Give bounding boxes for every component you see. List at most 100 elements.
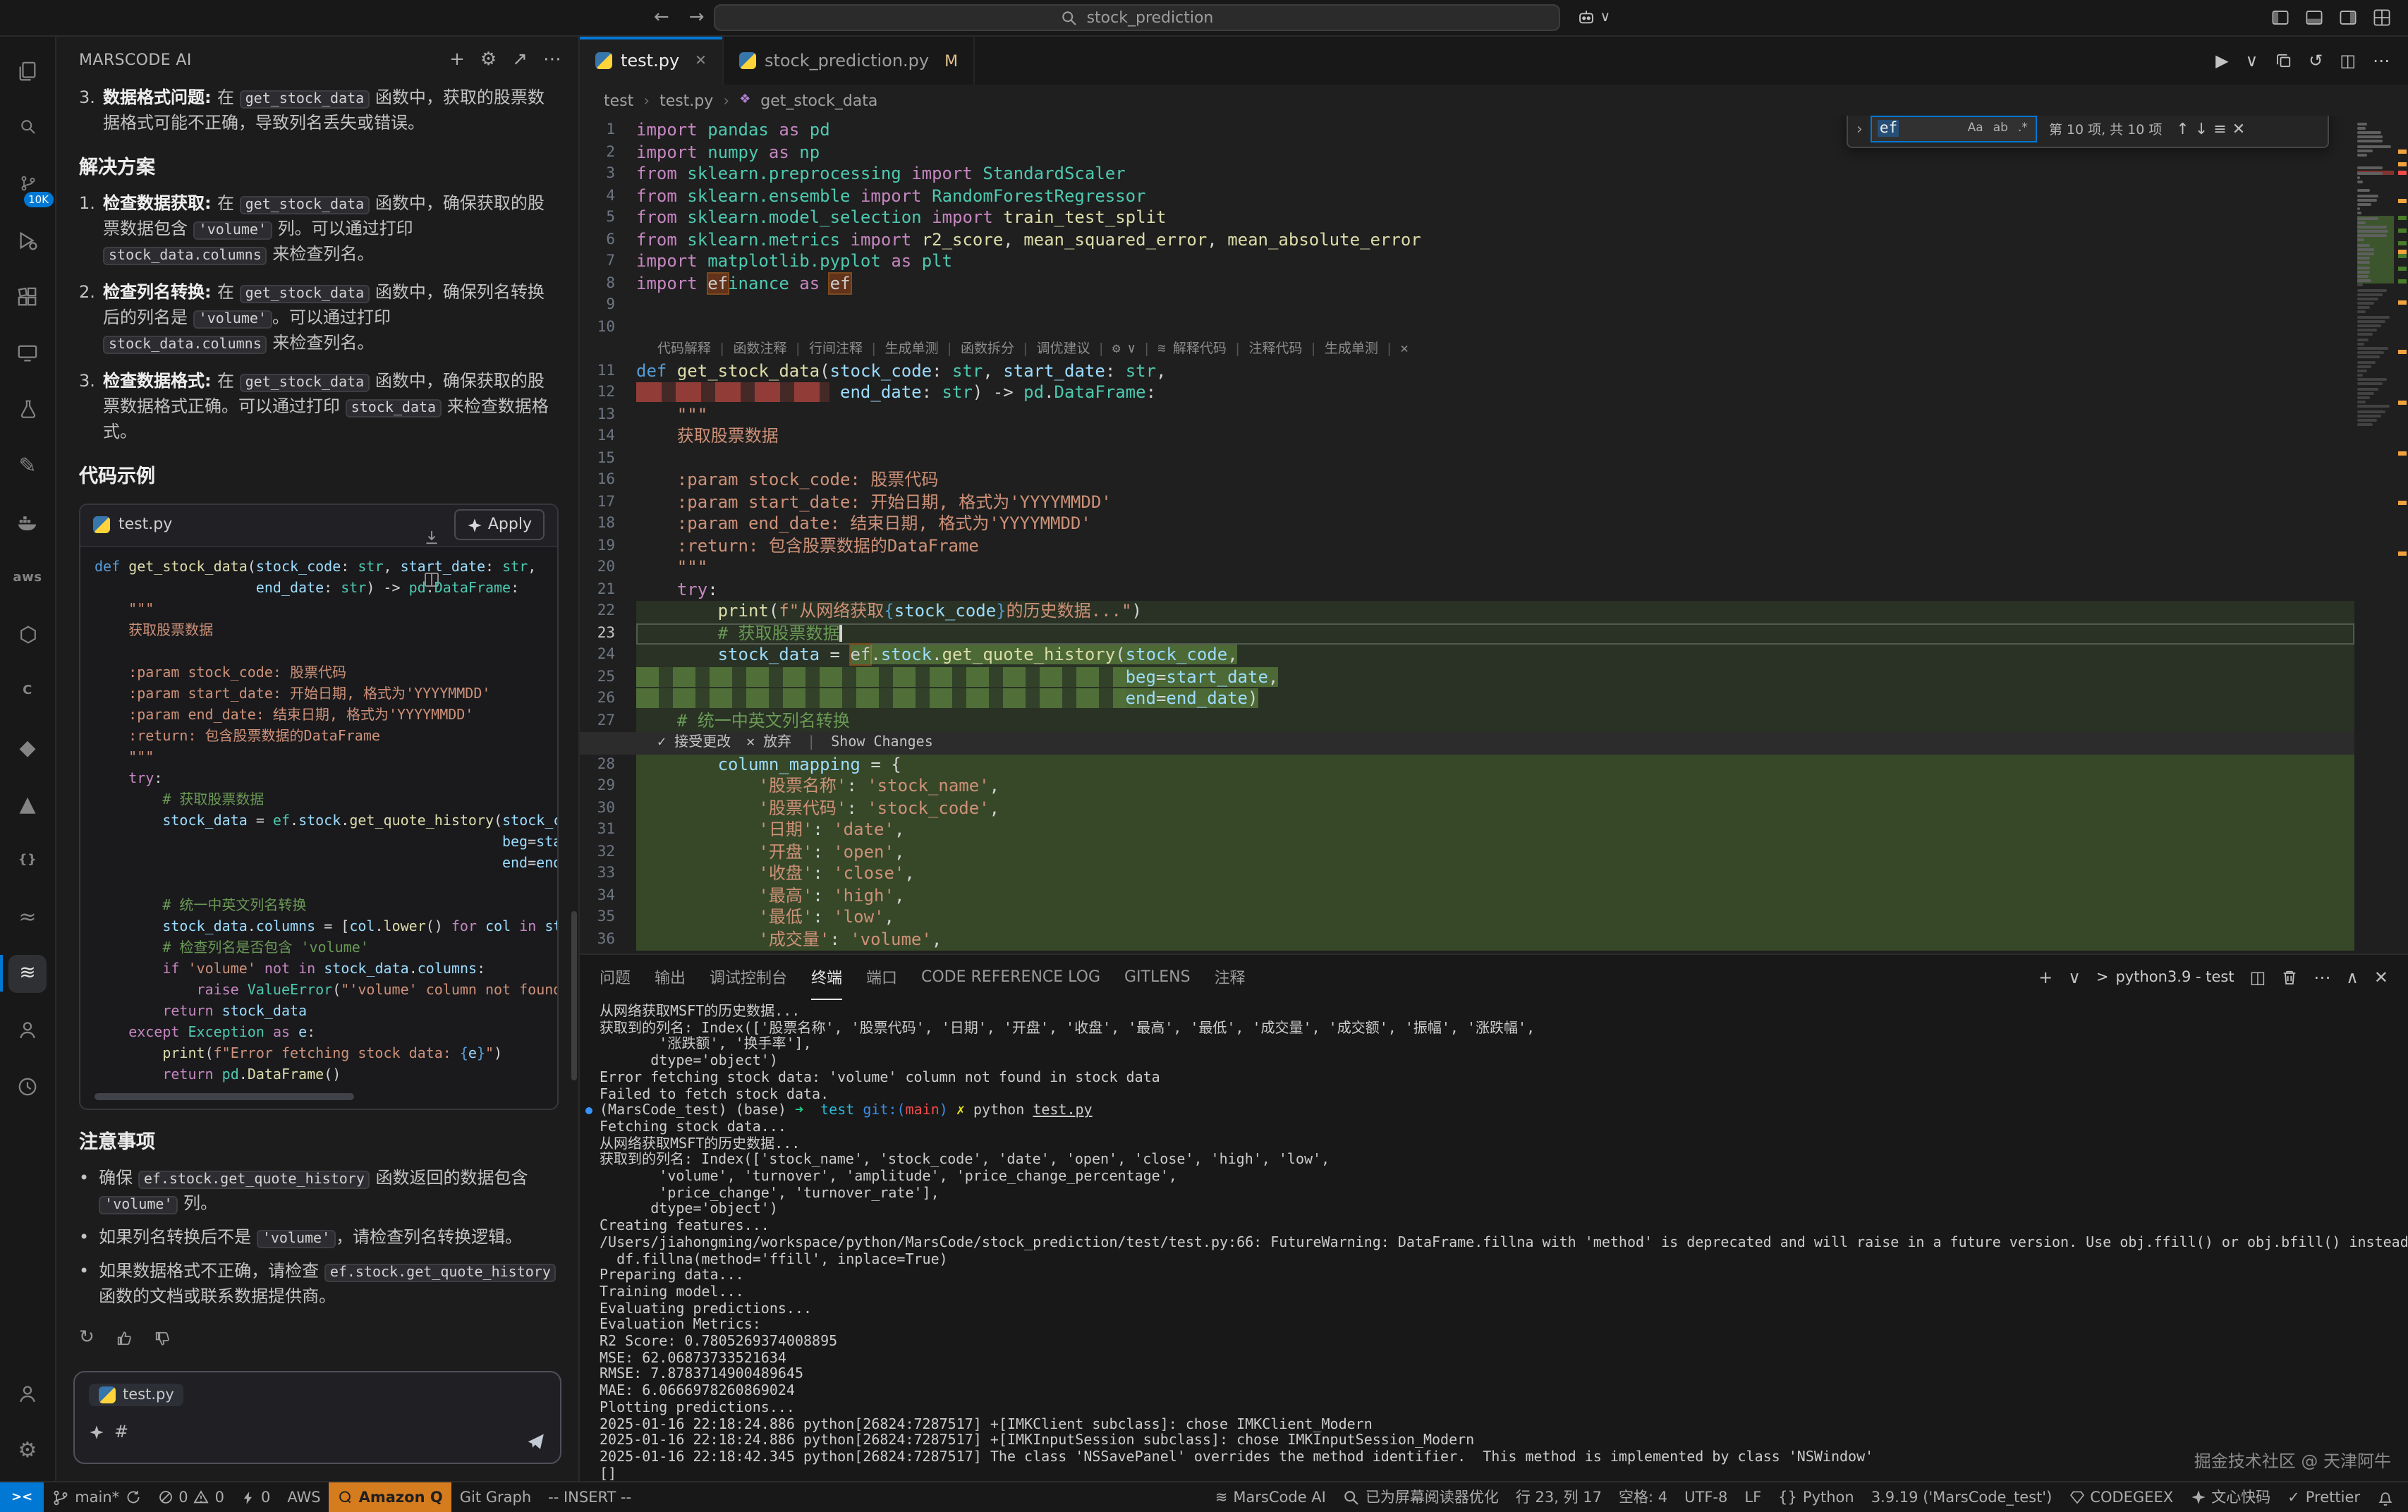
breadcrumb-item[interactable]: get_stock_data (760, 91, 877, 109)
aws-item[interactable]: AWS (279, 1482, 329, 1512)
editor-line[interactable]: 24 stock_data = ef.stock.get_quote_histo… (580, 645, 2354, 666)
editor-line[interactable]: 26 end=end_date) (580, 688, 2354, 710)
previous-match-icon[interactable]: ↑ (2173, 119, 2191, 138)
editor-line[interactable]: 10 (580, 317, 2354, 339)
editor-line[interactable]: 23 # 获取股票数据 (580, 623, 2354, 645)
new-terminal-icon[interactable]: + (2038, 968, 2053, 987)
terminal-instance-item[interactable]: >python3.9 - test (2096, 969, 2234, 986)
codelens-link[interactable]: 解释代码 (1173, 339, 1227, 360)
insert-code-icon[interactable] (423, 529, 440, 546)
notifications-bell[interactable] (2369, 1482, 2402, 1512)
whole-word-icon[interactable]: ab (1990, 121, 2011, 135)
kill-terminal-icon[interactable] (2281, 969, 2298, 986)
split-terminal-icon[interactable]: ◫ (2250, 968, 2266, 987)
discard-changes-button[interactable]: ✕ 放弃 (746, 732, 791, 754)
navigate-back-icon[interactable]: ← (654, 7, 669, 28)
copy-code-icon[interactable] (423, 503, 440, 504)
editor-line[interactable]: 15 (580, 448, 2354, 470)
terminal[interactable]: 从网络获取MSFT的历史数据...获取到的列名: Index(['股票名称', … (580, 1000, 2408, 1481)
codelens-link[interactable]: 调优建议 (1037, 339, 1090, 360)
minimap[interactable] (2354, 116, 2394, 953)
encoding-item[interactable]: UTF-8 (1676, 1482, 1736, 1512)
c-ring-icon[interactable]: C (0, 663, 56, 719)
editor-line[interactable]: 7import matplotlib.pyplot as plt (580, 251, 2354, 273)
editor-line[interactable]: 28 column_mapping = { (580, 754, 2354, 776)
panel-tab[interactable]: 输出 (655, 955, 686, 1000)
prettier-item[interactable]: ✓Prettier (2279, 1482, 2369, 1512)
find-in-selection-icon[interactable]: ≡ (2211, 119, 2229, 138)
close-icon[interactable]: ✕ (1400, 339, 1408, 360)
timeline-history-icon[interactable]: ↺ (2309, 51, 2323, 71)
sidebar-scrollbar[interactable] (571, 911, 577, 1080)
codelens-link[interactable]: 生成单测 (1325, 339, 1378, 360)
accept-changes-button[interactable]: ✓ 接受更改 (657, 732, 731, 754)
thumbs-up-icon[interactable] (116, 1329, 133, 1346)
codelens-link[interactable]: 函数注释 (734, 339, 787, 360)
indentation-item[interactable]: 空格: 4 (1610, 1482, 1676, 1512)
editor-line[interactable]: 30 '股票代码': 'stock_code', (580, 798, 2354, 819)
regex-icon[interactable]: .* (2015, 121, 2031, 135)
codelens-link[interactable]: 行间注释 (809, 339, 863, 360)
editor-line[interactable]: 19 :return: 包含股票数据的DataFrame (580, 535, 2354, 557)
editor-content[interactable]: 1import pandas as pd2import numpy as np3… (580, 116, 2354, 953)
marscode-ai-icon[interactable]: ≋ (0, 945, 56, 1001)
remote-explorer-icon[interactable] (0, 324, 56, 381)
toggle-panel-icon[interactable] (2305, 8, 2323, 27)
close-find-icon[interactable]: ✕ (2230, 119, 2248, 138)
apply-button[interactable]: Apply (454, 510, 545, 540)
horizontal-scrollbar[interactable] (95, 1092, 543, 1099)
send-icon[interactable] (526, 1432, 546, 1451)
run-dropdown-icon[interactable]: ∨ (2246, 51, 2258, 71)
editor-line[interactable]: 18 :param end_date: 结束日期, 格式为'YYYYMMDD' (580, 513, 2354, 535)
more-icon[interactable]: ⋯ (543, 49, 561, 71)
testing-flask-icon[interactable] (0, 381, 56, 437)
codelens-link[interactable]: 代码解释 (657, 339, 711, 360)
thumbs-down-icon[interactable] (154, 1329, 171, 1346)
editor-line[interactable]: 31 '日期': 'date', (580, 819, 2354, 841)
editor-line[interactable]: 29 '股票名称': 'stock_name', (580, 776, 2354, 798)
editor-line[interactable]: 25 beg=start_date, (580, 666, 2354, 688)
vim-mode-item[interactable]: -- INSERT -- (540, 1482, 640, 1512)
editor-line[interactable]: 27 # 统一中英文列名转换 (580, 710, 2354, 732)
editor-line[interactable]: 36 '成交量': 'volume', (580, 929, 2354, 951)
feather-icon[interactable]: ✎ (0, 437, 56, 494)
language-mode-item[interactable]: {}Python (1770, 1482, 1863, 1512)
terminal-dropdown-icon[interactable]: ∨ (2068, 968, 2081, 987)
editor-line[interactable]: 21 try: (580, 579, 2354, 601)
editor-line[interactable]: 3from sklearn.preprocessing import Stand… (580, 164, 2354, 185)
editor-line[interactable]: 5from sklearn.model_selection import tra… (580, 207, 2354, 229)
close-panel-icon[interactable]: ✕ (2374, 968, 2388, 987)
explorer-icon[interactable] (0, 42, 56, 99)
comate-item[interactable]: 文心快码 (2182, 1482, 2279, 1512)
context-chip[interactable]: test.py (89, 1384, 184, 1406)
codelens-link[interactable]: 注释代码 (1248, 339, 1302, 360)
more-editor-actions-icon[interactable]: ⋯ (2373, 51, 2390, 71)
python-interpreter-item[interactable]: 3.9.19 ('MarsCode_test') (1863, 1482, 2061, 1512)
amazon-q-item[interactable]: Amazon Q (329, 1482, 451, 1512)
editor-line[interactable]: 13 """ (580, 404, 2354, 426)
git-graph-item[interactable]: Git Graph (451, 1482, 540, 1512)
editor-line[interactable]: 32 '开盘': 'open', (580, 841, 2354, 863)
breadcrumb-item[interactable]: test (604, 91, 633, 109)
editor-tab[interactable]: stock_prediction.pyM (724, 37, 975, 85)
editor-line[interactable]: 11def get_stock_data(stock_code: str, st… (580, 360, 2354, 382)
chat-input-line[interactable]: # (89, 1422, 546, 1441)
editor-line[interactable]: 20 """ (580, 557, 2354, 579)
run-python-button[interactable]: ▶ (2215, 51, 2228, 71)
maximize-panel-icon[interactable]: ∧ (2346, 968, 2359, 987)
tasks-count-item[interactable]: 0 (233, 1482, 279, 1512)
new-chat-icon[interactable]: + (449, 49, 465, 71)
regenerate-icon[interactable]: ↻ (79, 1324, 95, 1352)
panel-tab[interactable]: 端口 (866, 955, 897, 1000)
panel-tab[interactable]: 注释 (1215, 955, 1246, 1000)
customize-layout-icon[interactable] (2373, 8, 2391, 27)
chevron-down-icon[interactable]: ∨ (1127, 339, 1135, 360)
editor-line[interactable]: 12 end_date: str) -> pd.DataFrame: (580, 382, 2354, 404)
editor-line[interactable]: 8import efinance as ef (580, 273, 2354, 295)
editor-line[interactable]: 6from sklearn.metrics import r2_score, m… (580, 229, 2354, 251)
find-input[interactable]: ef Aaab.* (1871, 116, 2038, 142)
remote-indicator[interactable]: >< (0, 1482, 44, 1512)
cursor-position-item[interactable]: 行 23, 列 17 (1507, 1482, 1610, 1512)
json-icon[interactable]: {} (0, 832, 56, 889)
toggle-primary-sidebar-icon[interactable] (2271, 8, 2290, 27)
